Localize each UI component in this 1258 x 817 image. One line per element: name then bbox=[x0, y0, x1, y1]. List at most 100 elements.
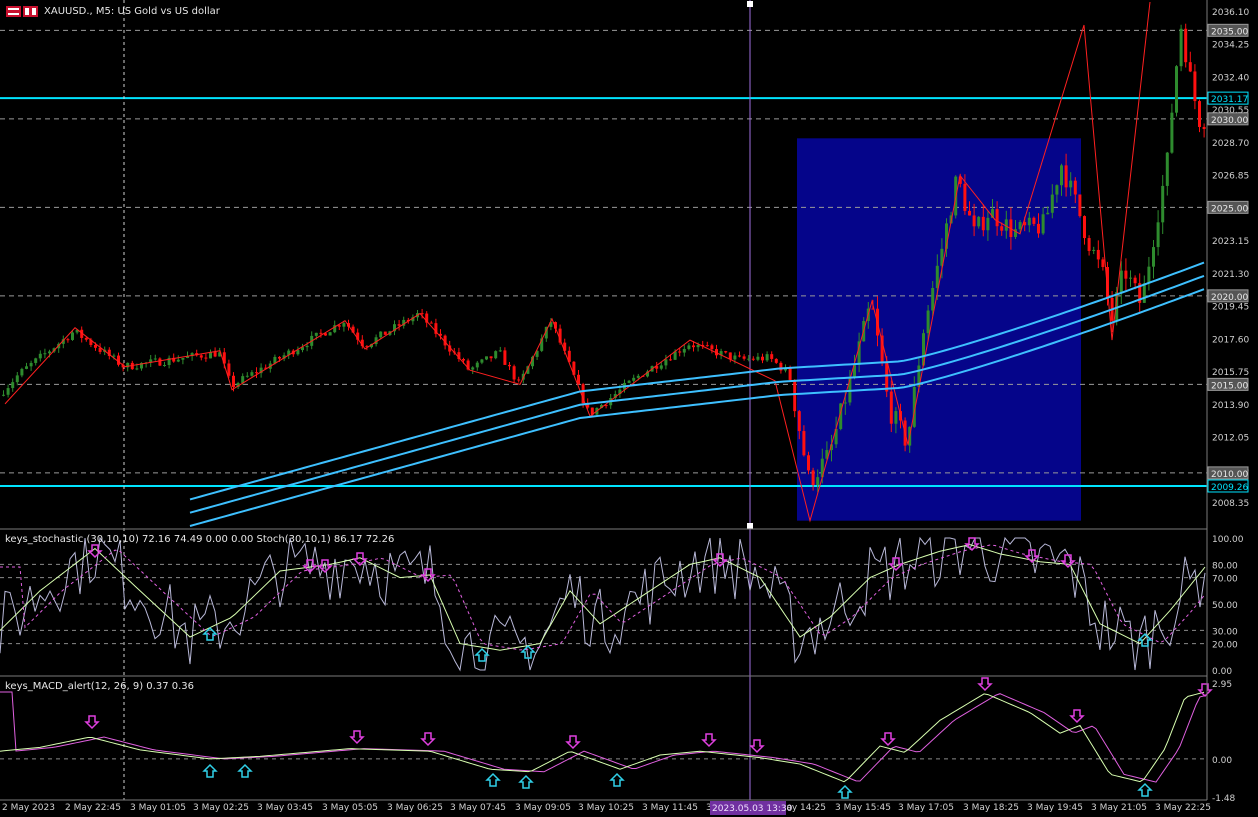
candle[interactable] bbox=[98, 343, 102, 355]
candle[interactable] bbox=[38, 350, 42, 362]
candle[interactable] bbox=[181, 358, 185, 365]
candle[interactable] bbox=[489, 356, 493, 362]
candle[interactable] bbox=[705, 341, 709, 347]
sell-arrow-icon[interactable] bbox=[84, 715, 100, 730]
candle[interactable] bbox=[728, 352, 732, 363]
candle[interactable] bbox=[1179, 24, 1183, 72]
candle[interactable] bbox=[153, 354, 157, 361]
candle[interactable] bbox=[742, 354, 746, 361]
sell-arrow-icon[interactable] bbox=[349, 730, 365, 745]
candle[interactable] bbox=[6, 384, 10, 398]
sell-arrow-icon[interactable] bbox=[565, 735, 581, 750]
highlight-range-box[interactable] bbox=[797, 138, 1081, 521]
candle[interactable] bbox=[163, 361, 166, 367]
candle[interactable] bbox=[508, 361, 511, 370]
candle[interactable] bbox=[710, 343, 714, 354]
candle[interactable] bbox=[682, 344, 686, 357]
candle[interactable] bbox=[374, 334, 378, 347]
candle[interactable] bbox=[765, 351, 769, 362]
candle[interactable] bbox=[250, 370, 254, 377]
candle[interactable] bbox=[701, 340, 705, 349]
sell-arrow-icon[interactable] bbox=[1060, 554, 1076, 569]
candle[interactable] bbox=[1078, 194, 1082, 218]
candle[interactable] bbox=[687, 343, 691, 351]
candle[interactable] bbox=[1087, 235, 1091, 256]
candle[interactable] bbox=[1193, 64, 1197, 110]
candle[interactable] bbox=[1161, 174, 1165, 234]
candle[interactable] bbox=[383, 331, 387, 335]
candle[interactable] bbox=[15, 372, 19, 386]
candle[interactable] bbox=[1175, 65, 1178, 117]
candle[interactable] bbox=[761, 353, 764, 364]
sell-arrow-icon[interactable] bbox=[701, 733, 717, 748]
candle[interactable] bbox=[397, 319, 401, 331]
candle[interactable] bbox=[738, 351, 741, 358]
candle[interactable] bbox=[512, 364, 516, 384]
candle[interactable] bbox=[328, 331, 332, 336]
candle[interactable] bbox=[301, 343, 304, 353]
macd-signal-line[interactable] bbox=[0, 691, 1205, 783]
crosshair-marker[interactable] bbox=[747, 523, 753, 529]
candle[interactable] bbox=[1101, 257, 1105, 271]
candle[interactable] bbox=[25, 362, 28, 370]
candle[interactable] bbox=[457, 347, 461, 362]
sell-arrow-icon[interactable] bbox=[420, 732, 436, 747]
candle[interactable] bbox=[1170, 103, 1174, 154]
candle[interactable] bbox=[1198, 99, 1201, 133]
candle[interactable] bbox=[149, 354, 153, 367]
candle[interactable] bbox=[296, 346, 300, 356]
candle[interactable] bbox=[1083, 215, 1086, 245]
candle[interactable] bbox=[255, 367, 258, 379]
candle[interactable] bbox=[793, 379, 797, 418]
stochastic-main-line[interactable] bbox=[0, 544, 1206, 651]
sell-arrow-icon[interactable] bbox=[749, 739, 765, 754]
crosshair-marker[interactable] bbox=[747, 1, 753, 7]
candle[interactable] bbox=[29, 360, 33, 371]
candle[interactable] bbox=[498, 346, 502, 352]
buy-arrow-icon[interactable] bbox=[837, 784, 853, 799]
buy-arrow-icon[interactable] bbox=[485, 772, 501, 787]
candle[interactable] bbox=[613, 390, 617, 400]
candle[interactable] bbox=[751, 356, 755, 361]
candle[interactable] bbox=[1184, 23, 1188, 68]
candle[interactable] bbox=[503, 347, 507, 365]
candle[interactable] bbox=[1129, 270, 1132, 287]
candle[interactable] bbox=[485, 356, 488, 361]
candle[interactable] bbox=[402, 316, 406, 329]
candle[interactable] bbox=[494, 350, 498, 360]
candle[interactable] bbox=[1156, 210, 1160, 256]
candle[interactable] bbox=[1092, 246, 1096, 255]
candle[interactable] bbox=[724, 350, 728, 354]
candle[interactable] bbox=[167, 355, 171, 369]
buy-arrow-icon[interactable] bbox=[518, 774, 534, 789]
candle[interactable] bbox=[774, 358, 778, 364]
sell-arrow-icon[interactable] bbox=[1197, 683, 1213, 698]
buy-arrow-icon[interactable] bbox=[237, 763, 253, 778]
candle[interactable] bbox=[176, 355, 180, 363]
candle[interactable] bbox=[43, 348, 47, 359]
candle[interactable] bbox=[66, 337, 70, 343]
candle[interactable] bbox=[664, 354, 668, 370]
candle[interactable] bbox=[1202, 123, 1206, 138]
candle[interactable] bbox=[770, 351, 774, 363]
candle[interactable] bbox=[34, 357, 38, 366]
candle[interactable] bbox=[259, 363, 263, 378]
candle[interactable] bbox=[2, 390, 5, 397]
candle[interactable] bbox=[715, 344, 718, 359]
stochastic-signal-line[interactable] bbox=[0, 544, 1206, 651]
candle[interactable] bbox=[1096, 240, 1100, 269]
candle[interactable] bbox=[434, 318, 438, 338]
candle[interactable] bbox=[471, 366, 475, 374]
candle[interactable] bbox=[190, 352, 194, 361]
candle[interactable] bbox=[756, 352, 760, 362]
sell-arrow-icon[interactable] bbox=[977, 677, 993, 692]
candle[interactable] bbox=[209, 349, 212, 359]
candle[interactable] bbox=[199, 354, 203, 361]
buy-arrow-icon[interactable] bbox=[1137, 782, 1153, 797]
candle[interactable] bbox=[475, 360, 479, 371]
sell-arrow-icon[interactable] bbox=[1069, 709, 1085, 724]
buy-arrow-icon[interactable] bbox=[202, 763, 218, 778]
candle[interactable] bbox=[577, 370, 580, 385]
candle[interactable] bbox=[1147, 256, 1151, 291]
candle[interactable] bbox=[627, 379, 631, 384]
